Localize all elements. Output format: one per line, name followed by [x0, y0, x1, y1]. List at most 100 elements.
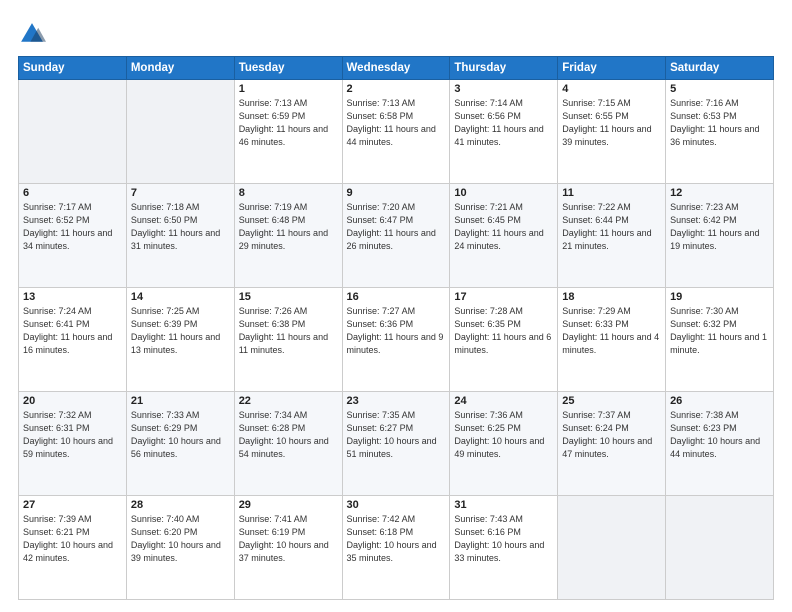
- day-info: Sunrise: 7:30 AM Sunset: 6:32 PM Dayligh…: [670, 305, 769, 357]
- day-info: Sunrise: 7:16 AM Sunset: 6:53 PM Dayligh…: [670, 97, 769, 149]
- calendar-cell: 2 Sunrise: 7:13 AM Sunset: 6:58 PM Daylig…: [342, 80, 450, 184]
- calendar-cell: 15Sunrise: 7:26 AM Sunset: 6:38 PM Dayli…: [234, 288, 342, 392]
- weekday-header-sunday: Sunday: [19, 57, 127, 80]
- weekday-header-saturday: Saturday: [666, 57, 774, 80]
- day-info: Sunrise: 7:21 AM Sunset: 6:45 PM Dayligh…: [454, 201, 553, 253]
- day-info: Sunrise: 7:23 AM Sunset: 6:42 PM Dayligh…: [670, 201, 769, 253]
- week-row-3: 13 Sunrise: 7:24 AM Sunset: 6:41 PM Dayli…: [19, 288, 774, 392]
- day-number: 27: [23, 499, 122, 511]
- day-number: 22: [239, 395, 338, 407]
- day-number: 3: [454, 83, 553, 95]
- day-number: 9: [347, 187, 446, 199]
- day-number: 8: [239, 187, 338, 199]
- calendar-cell: 4 Sunrise: 7:15 AM Sunset: 6:55 PM Daylig…: [558, 80, 666, 184]
- calendar-cell: 28 Sunrise: 7:40 AM Sunset: 6:20 PM Dayli…: [126, 496, 234, 600]
- calendar-cell: 25 Sunrise: 7:37 AM Sunset: 6:24 PM Dayli…: [558, 392, 666, 496]
- day-number: 15: [239, 291, 338, 303]
- day-number: 6: [23, 187, 122, 199]
- week-row-4: 20 Sunrise: 7:32 AM Sunset: 6:31 PM Dayli…: [19, 392, 774, 496]
- calendar-cell: 18 Sunrise: 7:29 AM Sunset: 6:33 PM Dayli…: [558, 288, 666, 392]
- calendar-cell: [126, 80, 234, 184]
- day-number: 12: [670, 187, 769, 199]
- day-info: Sunrise: 7:36 AM Sunset: 6:25 PM Dayligh…: [454, 409, 553, 461]
- day-info: Sunrise: 7:33 AM Sunset: 6:29 PM Dayligh…: [131, 409, 230, 461]
- day-number: 13: [23, 291, 122, 303]
- calendar-cell: 30Sunrise: 7:42 AM Sunset: 6:18 PM Dayli…: [342, 496, 450, 600]
- calendar-cell: [19, 80, 127, 184]
- day-number: 2: [347, 83, 446, 95]
- week-row-2: 6Sunrise: 7:17 AM Sunset: 6:52 PM Daylig…: [19, 184, 774, 288]
- day-info: Sunrise: 7:25 AM Sunset: 6:39 PM Dayligh…: [131, 305, 230, 357]
- day-info: Sunrise: 7:38 AM Sunset: 6:23 PM Dayligh…: [670, 409, 769, 461]
- day-number: 25: [562, 395, 661, 407]
- logo-icon: [18, 20, 46, 48]
- week-row-5: 27 Sunrise: 7:39 AM Sunset: 6:21 PM Dayli…: [19, 496, 774, 600]
- day-info: Sunrise: 7:18 AM Sunset: 6:50 PM Dayligh…: [131, 201, 230, 253]
- calendar-cell: 13 Sunrise: 7:24 AM Sunset: 6:41 PM Dayli…: [19, 288, 127, 392]
- day-info: Sunrise: 7:13 AM Sunset: 6:59 PM Dayligh…: [239, 97, 338, 149]
- weekday-header-monday: Monday: [126, 57, 234, 80]
- day-info: Sunrise: 7:13 AM Sunset: 6:58 PM Dayligh…: [347, 97, 446, 149]
- day-number: 1: [239, 83, 338, 95]
- calendar-cell: 14 Sunrise: 7:25 AM Sunset: 6:39 PM Dayli…: [126, 288, 234, 392]
- day-number: 19: [670, 291, 769, 303]
- day-info: Sunrise: 7:32 AM Sunset: 6:31 PM Dayligh…: [23, 409, 122, 461]
- calendar-cell: 31 Sunrise: 7:43 AM Sunset: 6:16 PM Dayli…: [450, 496, 558, 600]
- day-number: 4: [562, 83, 661, 95]
- calendar-cell: 29 Sunrise: 7:41 AM Sunset: 6:19 PM Dayli…: [234, 496, 342, 600]
- day-info: Sunrise: 7:15 AM Sunset: 6:55 PM Dayligh…: [562, 97, 661, 149]
- calendar-cell: [666, 496, 774, 600]
- calendar-cell: 9 Sunrise: 7:20 AM Sunset: 6:47 PM Daylig…: [342, 184, 450, 288]
- day-info: Sunrise: 7:20 AM Sunset: 6:47 PM Dayligh…: [347, 201, 446, 253]
- day-info: Sunrise: 7:22 AM Sunset: 6:44 PM Dayligh…: [562, 201, 661, 253]
- weekday-header-friday: Friday: [558, 57, 666, 80]
- day-number: 18: [562, 291, 661, 303]
- day-info: Sunrise: 7:40 AM Sunset: 6:20 PM Dayligh…: [131, 513, 230, 565]
- day-info: Sunrise: 7:24 AM Sunset: 6:41 PM Dayligh…: [23, 305, 122, 357]
- day-number: 23: [347, 395, 446, 407]
- calendar-cell: 7 Sunrise: 7:18 AM Sunset: 6:50 PM Daylig…: [126, 184, 234, 288]
- day-number: 5: [670, 83, 769, 95]
- day-number: 21: [131, 395, 230, 407]
- day-info: Sunrise: 7:39 AM Sunset: 6:21 PM Dayligh…: [23, 513, 122, 565]
- weekday-header-thursday: Thursday: [450, 57, 558, 80]
- logo: [18, 20, 48, 48]
- day-info: Sunrise: 7:29 AM Sunset: 6:33 PM Dayligh…: [562, 305, 661, 357]
- day-info: Sunrise: 7:27 AM Sunset: 6:36 PM Dayligh…: [347, 305, 446, 357]
- weekday-header-wednesday: Wednesday: [342, 57, 450, 80]
- calendar-cell: 16Sunrise: 7:27 AM Sunset: 6:36 PM Dayli…: [342, 288, 450, 392]
- day-info: Sunrise: 7:19 AM Sunset: 6:48 PM Dayligh…: [239, 201, 338, 253]
- day-number: 31: [454, 499, 553, 511]
- calendar-cell: 8 Sunrise: 7:19 AM Sunset: 6:48 PM Daylig…: [234, 184, 342, 288]
- calendar-cell: 20 Sunrise: 7:32 AM Sunset: 6:31 PM Dayli…: [19, 392, 127, 496]
- day-number: 7: [131, 187, 230, 199]
- day-number: 26: [670, 395, 769, 407]
- day-info: Sunrise: 7:28 AM Sunset: 6:35 PM Dayligh…: [454, 305, 553, 357]
- calendar-cell: [558, 496, 666, 600]
- calendar-cell: 22Sunrise: 7:34 AM Sunset: 6:28 PM Dayli…: [234, 392, 342, 496]
- calendar-table: SundayMondayTuesdayWednesdayThursdayFrid…: [18, 56, 774, 600]
- day-info: Sunrise: 7:14 AM Sunset: 6:56 PM Dayligh…: [454, 97, 553, 149]
- day-number: 20: [23, 395, 122, 407]
- calendar-cell: 26 Sunrise: 7:38 AM Sunset: 6:23 PM Dayli…: [666, 392, 774, 496]
- day-info: Sunrise: 7:35 AM Sunset: 6:27 PM Dayligh…: [347, 409, 446, 461]
- day-info: Sunrise: 7:41 AM Sunset: 6:19 PM Dayligh…: [239, 513, 338, 565]
- calendar-cell: 12 Sunrise: 7:23 AM Sunset: 6:42 PM Dayli…: [666, 184, 774, 288]
- day-number: 28: [131, 499, 230, 511]
- calendar-cell: 24Sunrise: 7:36 AM Sunset: 6:25 PM Dayli…: [450, 392, 558, 496]
- day-number: 14: [131, 291, 230, 303]
- calendar-cell: 21 Sunrise: 7:33 AM Sunset: 6:29 PM Dayli…: [126, 392, 234, 496]
- calendar-cell: 27 Sunrise: 7:39 AM Sunset: 6:21 PM Dayli…: [19, 496, 127, 600]
- calendar-cell: 10 Sunrise: 7:21 AM Sunset: 6:45 PM Dayli…: [450, 184, 558, 288]
- weekday-header-row: SundayMondayTuesdayWednesdayThursdayFrid…: [19, 57, 774, 80]
- calendar-cell: 11Sunrise: 7:22 AM Sunset: 6:44 PM Dayli…: [558, 184, 666, 288]
- calendar-cell: 3 Sunrise: 7:14 AM Sunset: 6:56 PM Daylig…: [450, 80, 558, 184]
- day-number: 29: [239, 499, 338, 511]
- day-number: 10: [454, 187, 553, 199]
- day-info: Sunrise: 7:37 AM Sunset: 6:24 PM Dayligh…: [562, 409, 661, 461]
- day-info: Sunrise: 7:43 AM Sunset: 6:16 PM Dayligh…: [454, 513, 553, 565]
- day-number: 30: [347, 499, 446, 511]
- header: [18, 16, 774, 48]
- page: SundayMondayTuesdayWednesdayThursdayFrid…: [0, 0, 792, 612]
- week-row-1: 1 Sunrise: 7:13 AM Sunset: 6:59 PM Daylig…: [19, 80, 774, 184]
